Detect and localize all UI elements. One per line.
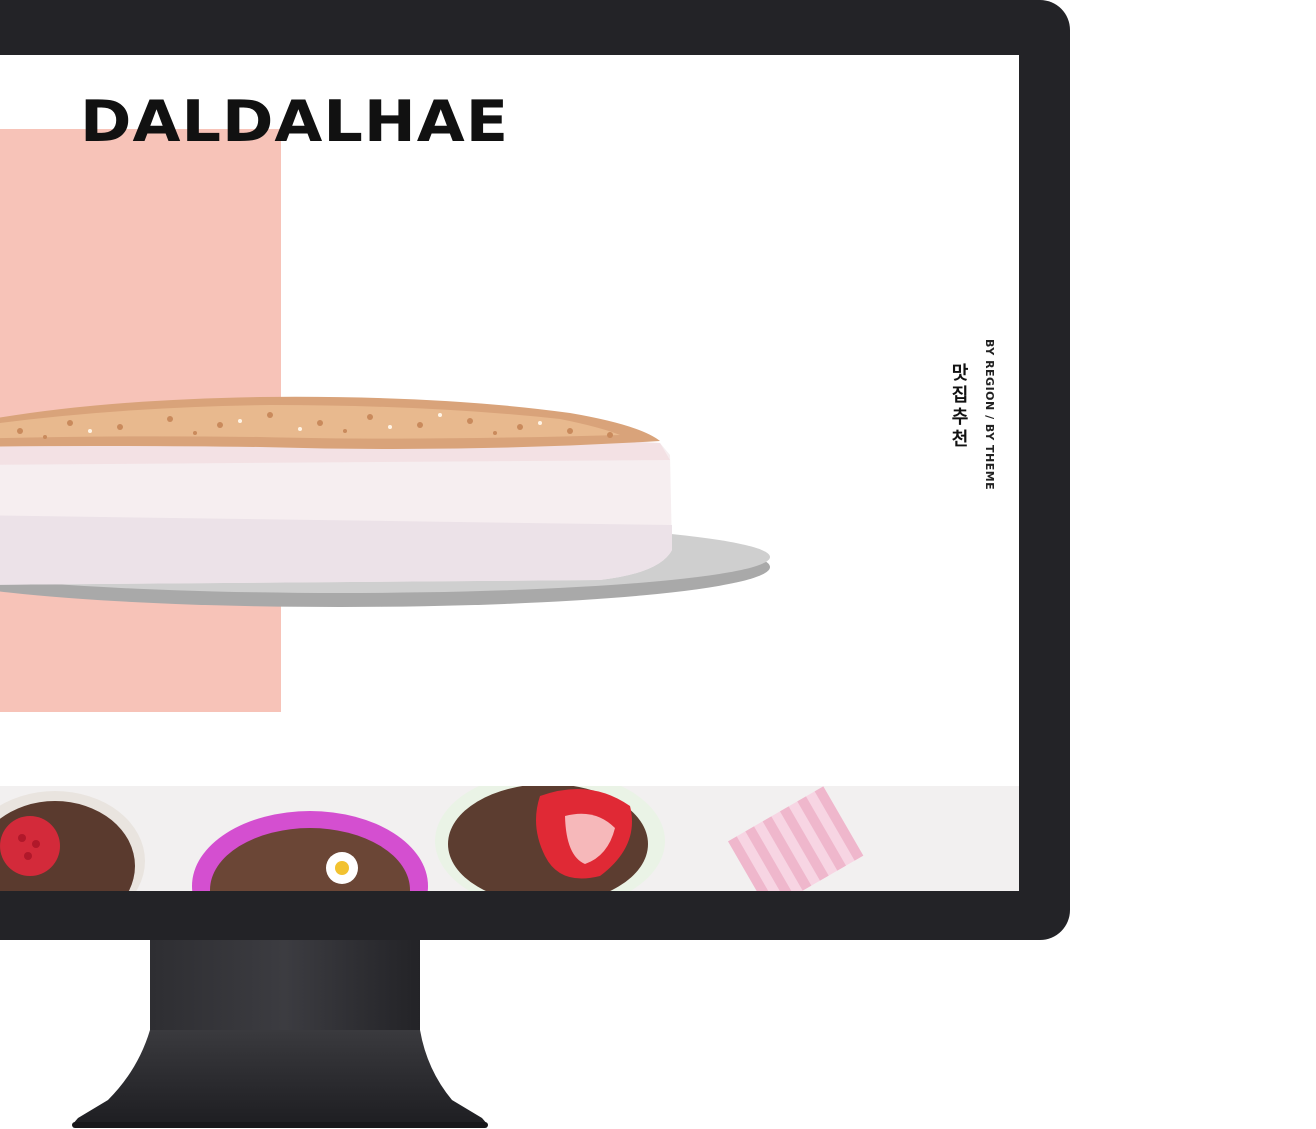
dessert-strip: [0, 786, 1019, 891]
brand-logo[interactable]: DALDALHAE: [80, 93, 509, 150]
monitor-stand-neck: [150, 940, 420, 1030]
website-screen: DALDALHAE 맛집추천 BY REGION / BY THEME: [0, 55, 1019, 891]
hero-cake-image: [0, 396, 770, 607]
monitor-stand-base: [72, 1030, 488, 1128]
monitor-bezel: DALDALHAE 맛집추천 BY REGION / BY THEME: [0, 0, 1070, 940]
nav-subtitle[interactable]: BY REGION / BY THEME: [983, 339, 996, 490]
nav-title-recommend[interactable]: 맛집추천: [945, 363, 971, 451]
dessert-strip-image: [0, 786, 1019, 891]
monitor-mockup: DALDALHAE 맛집추천 BY REGION / BY THEME: [0, 0, 1316, 1129]
side-nav[interactable]: 맛집추천 BY REGION / BY THEME: [925, 339, 1005, 509]
